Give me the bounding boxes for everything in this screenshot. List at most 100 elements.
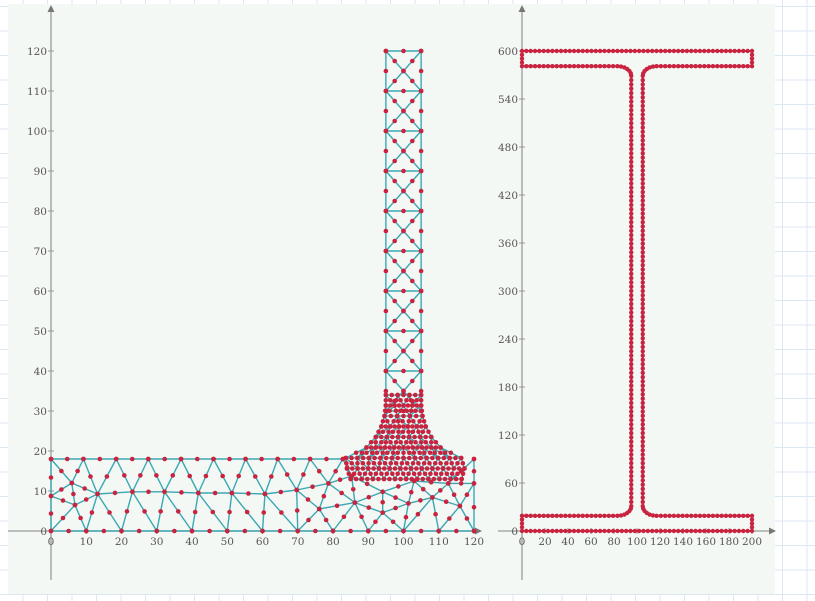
ibeam-node [640, 370, 645, 375]
ibeam-node [640, 417, 645, 423]
ibeam-node [519, 528, 525, 534]
ibeam-node [554, 528, 559, 534]
mesh-vertex-node [424, 455, 429, 461]
ibeam-node [663, 63, 668, 69]
mesh-midside-node [277, 528, 283, 534]
mesh-midside-node [220, 473, 225, 479]
mesh-vertex-node [418, 88, 424, 94]
ibeam-node [563, 528, 568, 534]
mesh-midside-node [383, 68, 389, 74]
ibeam-node [602, 63, 607, 69]
mesh-midside-node [412, 434, 417, 440]
mesh-vertex-node [344, 466, 350, 471]
y-tick-label: 120 [498, 430, 518, 442]
mesh-midside-node [417, 471, 422, 477]
mesh-midside-node [401, 208, 406, 214]
ibeam-node [640, 357, 645, 363]
mesh-midside-node [413, 408, 418, 414]
ibeam-node [524, 48, 529, 54]
ibeam-node [702, 513, 707, 518]
ibeam-node [610, 513, 616, 518]
mesh-midside-node [423, 439, 429, 445]
mesh-midside-node [380, 499, 386, 505]
mesh-midside-node [179, 490, 184, 495]
mesh-midside-node [301, 472, 306, 477]
mesh-vertex-node [401, 528, 406, 534]
mesh-midside-node [387, 397, 393, 403]
mesh-midside-node [88, 474, 93, 479]
mesh-midside-node [408, 397, 414, 403]
mesh-vertex-node [395, 392, 401, 398]
ibeam-node [593, 48, 598, 54]
ibeam-node [629, 357, 634, 363]
mesh-midside-node [353, 476, 359, 482]
ibeam-node [628, 48, 633, 54]
ibeam-node [629, 258, 634, 264]
ibeam-node [629, 86, 634, 91]
mesh-vertex-node [458, 455, 464, 461]
mesh-midside-node [348, 528, 353, 534]
mesh-midside-node [410, 358, 415, 364]
mesh-vertex-node [348, 476, 354, 482]
ibeam-node [749, 513, 755, 518]
mesh-midside-node [158, 509, 163, 514]
mesh-midside-node [418, 439, 424, 445]
mesh-midside-node [408, 439, 414, 445]
mesh-midside-node [410, 298, 415, 304]
ibeam-node [597, 63, 603, 69]
mesh-midside-node [392, 58, 397, 64]
ibeam-node [571, 48, 577, 54]
ibeam-node [640, 241, 645, 246]
ibeam-node [541, 48, 546, 54]
mesh-midside-node [366, 505, 372, 510]
mesh-midside-node [401, 450, 406, 456]
mesh-vertex-node [418, 392, 424, 398]
ibeam-node [732, 513, 737, 518]
ibeam-node [558, 528, 564, 534]
ibeam-node [629, 108, 634, 113]
mesh-midside-node [129, 456, 135, 462]
y-tick-label: 60 [34, 286, 47, 298]
ibeam-node [640, 185, 645, 190]
mesh-midside-node [349, 455, 354, 461]
ibeam-node [640, 486, 645, 492]
ibeam-node [654, 528, 659, 534]
mesh-midside-node [107, 510, 112, 515]
x-tick-label: 70 [291, 536, 304, 548]
ibeam-node [640, 262, 645, 268]
y-tick-label: 0 [40, 526, 47, 538]
mesh-midside-node [392, 278, 397, 284]
mesh-midside-node [368, 445, 374, 450]
mesh-midside-node [380, 418, 386, 424]
mesh-vertex-node [378, 455, 383, 461]
mesh-vertex-node [364, 445, 369, 450]
ibeam-node [640, 499, 645, 505]
mesh-vertex-node [243, 456, 248, 462]
mesh-midside-node [406, 471, 411, 477]
ibeam-node [593, 513, 598, 518]
mesh-vertex-node [383, 288, 389, 294]
ibeam-node [629, 163, 634, 169]
y-tick-label: 360 [498, 238, 518, 250]
y-tick-label: 300 [498, 286, 518, 298]
mesh-vertex-node [417, 434, 423, 440]
ibeam-node [629, 486, 634, 492]
ibeam-node [667, 513, 672, 518]
mesh-vertex-node [343, 455, 349, 461]
ibeam-node [629, 142, 634, 147]
ibeam-node [684, 48, 690, 54]
ibeam-node [632, 528, 638, 534]
ibeam-node [736, 528, 742, 534]
mesh-midside-node [392, 178, 397, 184]
ibeam-node [640, 448, 645, 453]
mesh-vertex-node [81, 456, 86, 462]
ibeam-node [640, 456, 645, 462]
mesh-vertex-node [418, 48, 424, 54]
mesh-midside-node [387, 476, 392, 482]
ibeam-node [723, 513, 729, 518]
mesh-midside-node [142, 509, 147, 514]
mesh-midside-node [379, 471, 384, 477]
mesh-midside-node [368, 471, 373, 477]
ibeam-node [658, 63, 664, 69]
mesh-midside-node [420, 486, 426, 492]
